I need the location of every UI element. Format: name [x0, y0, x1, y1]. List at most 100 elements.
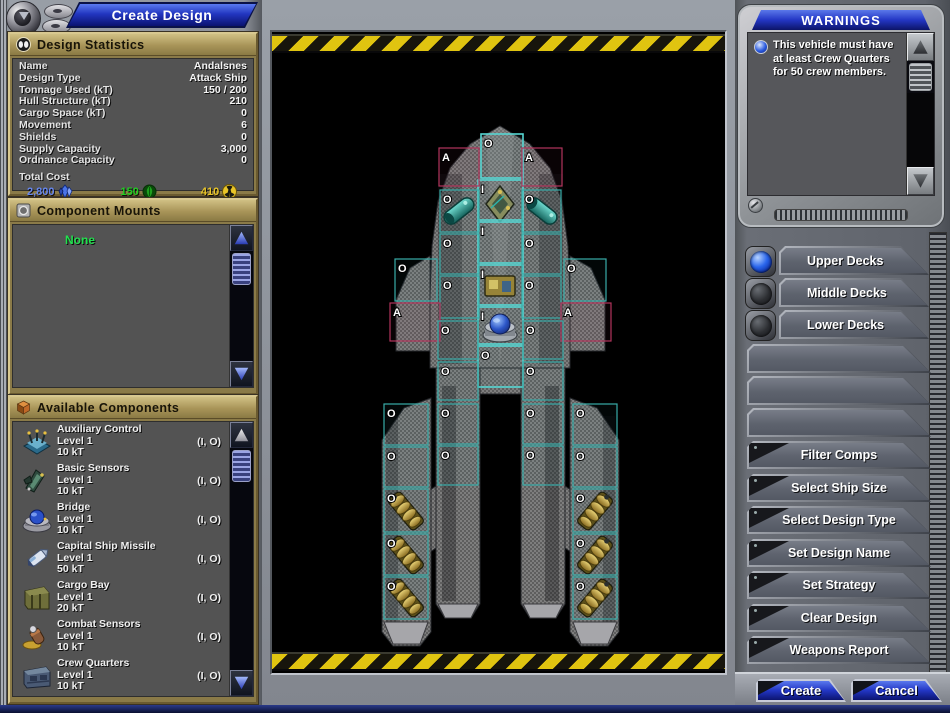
scroll-track[interactable] — [230, 484, 253, 670]
scroll-down-button[interactable] — [907, 167, 934, 195]
deck-radio-middle[interactable] — [745, 278, 776, 309]
slot-letter: O — [387, 538, 396, 550]
scroll-thumb[interactable] — [909, 63, 932, 91]
organics-icon — [142, 184, 157, 199]
set-design-name-button[interactable]: Set Design Name — [747, 539, 931, 567]
slot-letter: O — [387, 493, 396, 505]
scroll-track[interactable] — [907, 93, 934, 167]
slot-letter: O — [484, 138, 493, 150]
available-components-title: Available Components — [37, 401, 179, 415]
warnings-scrollbar[interactable] — [906, 33, 934, 195]
component-size: 10 kT — [57, 681, 179, 693]
basic-sensors-icon — [17, 466, 57, 496]
component-size: 10 kT — [57, 642, 179, 654]
component-mounts-panel: Component Mounts None — [8, 198, 258, 395]
slot-letter: O — [398, 263, 407, 275]
component-list-item[interactable]: Combat SensorsLevel 110 kT (I, O) — [13, 617, 229, 656]
slot-letter: A — [564, 307, 572, 319]
slot-letter: O — [387, 581, 396, 593]
deck-radio-lower[interactable] — [745, 310, 776, 341]
slot-letter: I — [481, 226, 484, 238]
scroll-up-button[interactable] — [230, 225, 253, 251]
component-slot-types: (I, O) — [179, 631, 225, 643]
slot-letter: O — [576, 493, 585, 505]
window-minimize-button[interactable] — [44, 4, 73, 19]
arrow-down-icon — [234, 676, 249, 690]
component-slot-types: (I, O) — [179, 553, 225, 565]
window-menu-button[interactable] — [6, 1, 41, 36]
slot-letter: O — [441, 325, 450, 337]
scroll-down-button[interactable] — [230, 670, 253, 696]
create-design-window: Create Design Design Statistics NameAnda… — [0, 0, 950, 713]
weapons-report-button[interactable]: Weapons Report — [747, 636, 931, 664]
slot-letter: I — [481, 184, 484, 196]
component-slot-types: (I, O) — [179, 475, 225, 487]
component-list-item[interactable]: Auxiliary ControlLevel 110 kT (I, O) — [13, 422, 229, 461]
deck-led-ball-1 — [750, 283, 772, 305]
component-list-item[interactable]: Cargo BayLevel 120 kT (I, O) — [13, 578, 229, 617]
slot-letter: O — [567, 263, 576, 275]
clear-design-button[interactable]: Clear Design — [747, 604, 931, 632]
blank-button-slot — [747, 344, 931, 373]
slot-letter: O — [443, 238, 452, 250]
slot-letter: O — [443, 194, 452, 206]
blank-button-slot — [747, 408, 931, 437]
component-list-item[interactable]: Capital Ship MissileLevel 150 kT (I, O) — [13, 539, 229, 578]
slot-letter: O — [526, 325, 535, 337]
stat-row: Design TypeAttack Ship — [13, 73, 253, 85]
component-mounts-title: Component Mounts — [37, 204, 161, 218]
mounts-empty-text: None — [65, 233, 95, 247]
corner-flap — [853, 681, 879, 695]
scroll-up-button[interactable] — [907, 33, 934, 61]
title-banner: Create Design — [66, 2, 258, 28]
set-strategy-button[interactable]: Set Strategy — [747, 571, 931, 599]
slot-letter: O — [525, 194, 534, 206]
right-sidebar: WARNINGS This vehicle must have at least… — [735, 0, 950, 705]
panel-grip-ribs — [774, 209, 908, 221]
available-components-panel: Available Components Auxiliary ControlLe… — [8, 395, 258, 704]
scroll-down-button[interactable] — [230, 361, 253, 387]
component-list-item[interactable]: BridgeLevel 110 kT (I, O) — [13, 500, 229, 539]
deck-led-ball-2 — [750, 315, 772, 337]
scroll-up-button[interactable] — [230, 422, 253, 448]
lower-decks-button[interactable]: Lower Decks — [779, 310, 929, 339]
slot-letter: I — [481, 269, 484, 281]
stat-row: Shields0 — [13, 132, 253, 144]
design-viewport: OIIIIOAAOOOOOOOOAAOOOOOOOOOOOOOOOOOO — [270, 30, 727, 675]
component-list-item[interactable]: Basic SensorsLevel 110 kT (I, O) — [13, 461, 229, 500]
warnings-title-bar: WARNINGS — [752, 10, 930, 30]
component-slot-types: (I, O) — [179, 670, 225, 682]
scroll-thumb[interactable] — [232, 450, 251, 482]
crew-quarters-icon — [17, 661, 57, 691]
ship-slot-I-4[interactable] — [478, 307, 523, 344]
cargo-bay-icon — [17, 583, 57, 613]
middle-decks-button[interactable]: Middle Decks — [779, 278, 929, 307]
scroll-track[interactable] — [230, 287, 253, 361]
upper-decks-button[interactable]: Upper Decks — [779, 246, 929, 275]
component-size: 20 kT — [57, 603, 179, 615]
warnings-panel: WARNINGS This vehicle must have at least… — [737, 4, 945, 228]
arrow-up-icon — [234, 428, 249, 442]
warning-message: This vehicle must have at least Crew Qua… — [773, 39, 902, 195]
radioactives-cost: 410 — [201, 186, 219, 198]
select-ship-size-button[interactable]: Select Ship Size — [747, 474, 931, 502]
component-box-icon — [16, 400, 31, 415]
component-mounts-scrollbar[interactable] — [229, 225, 253, 387]
cancel-button[interactable]: Cancel — [851, 679, 942, 702]
available-components-scrollbar[interactable] — [229, 422, 253, 696]
ship-slot-I-1[interactable] — [478, 180, 523, 220]
hazard-stripe-top — [272, 34, 725, 53]
ship-slot-I-2[interactable] — [478, 222, 523, 263]
slot-letter: A — [442, 152, 450, 164]
select-design-type-button[interactable]: Select Design Type — [747, 506, 931, 534]
filter-comps-button[interactable]: Filter Comps — [747, 441, 931, 469]
ship-slot-I-3[interactable] — [478, 265, 523, 305]
deck-radio-upper[interactable] — [745, 246, 776, 277]
slot-letter: O — [481, 350, 490, 362]
component-mounts-header: Component Mounts — [10, 200, 256, 222]
component-list-item[interactable]: Crew QuartersLevel 110 kT (I, O) — [13, 656, 229, 695]
scroll-thumb[interactable] — [232, 253, 251, 285]
slot-letter: O — [387, 451, 396, 463]
warning-bullet-icon — [754, 40, 768, 54]
component-mounts-body: None — [12, 224, 254, 388]
